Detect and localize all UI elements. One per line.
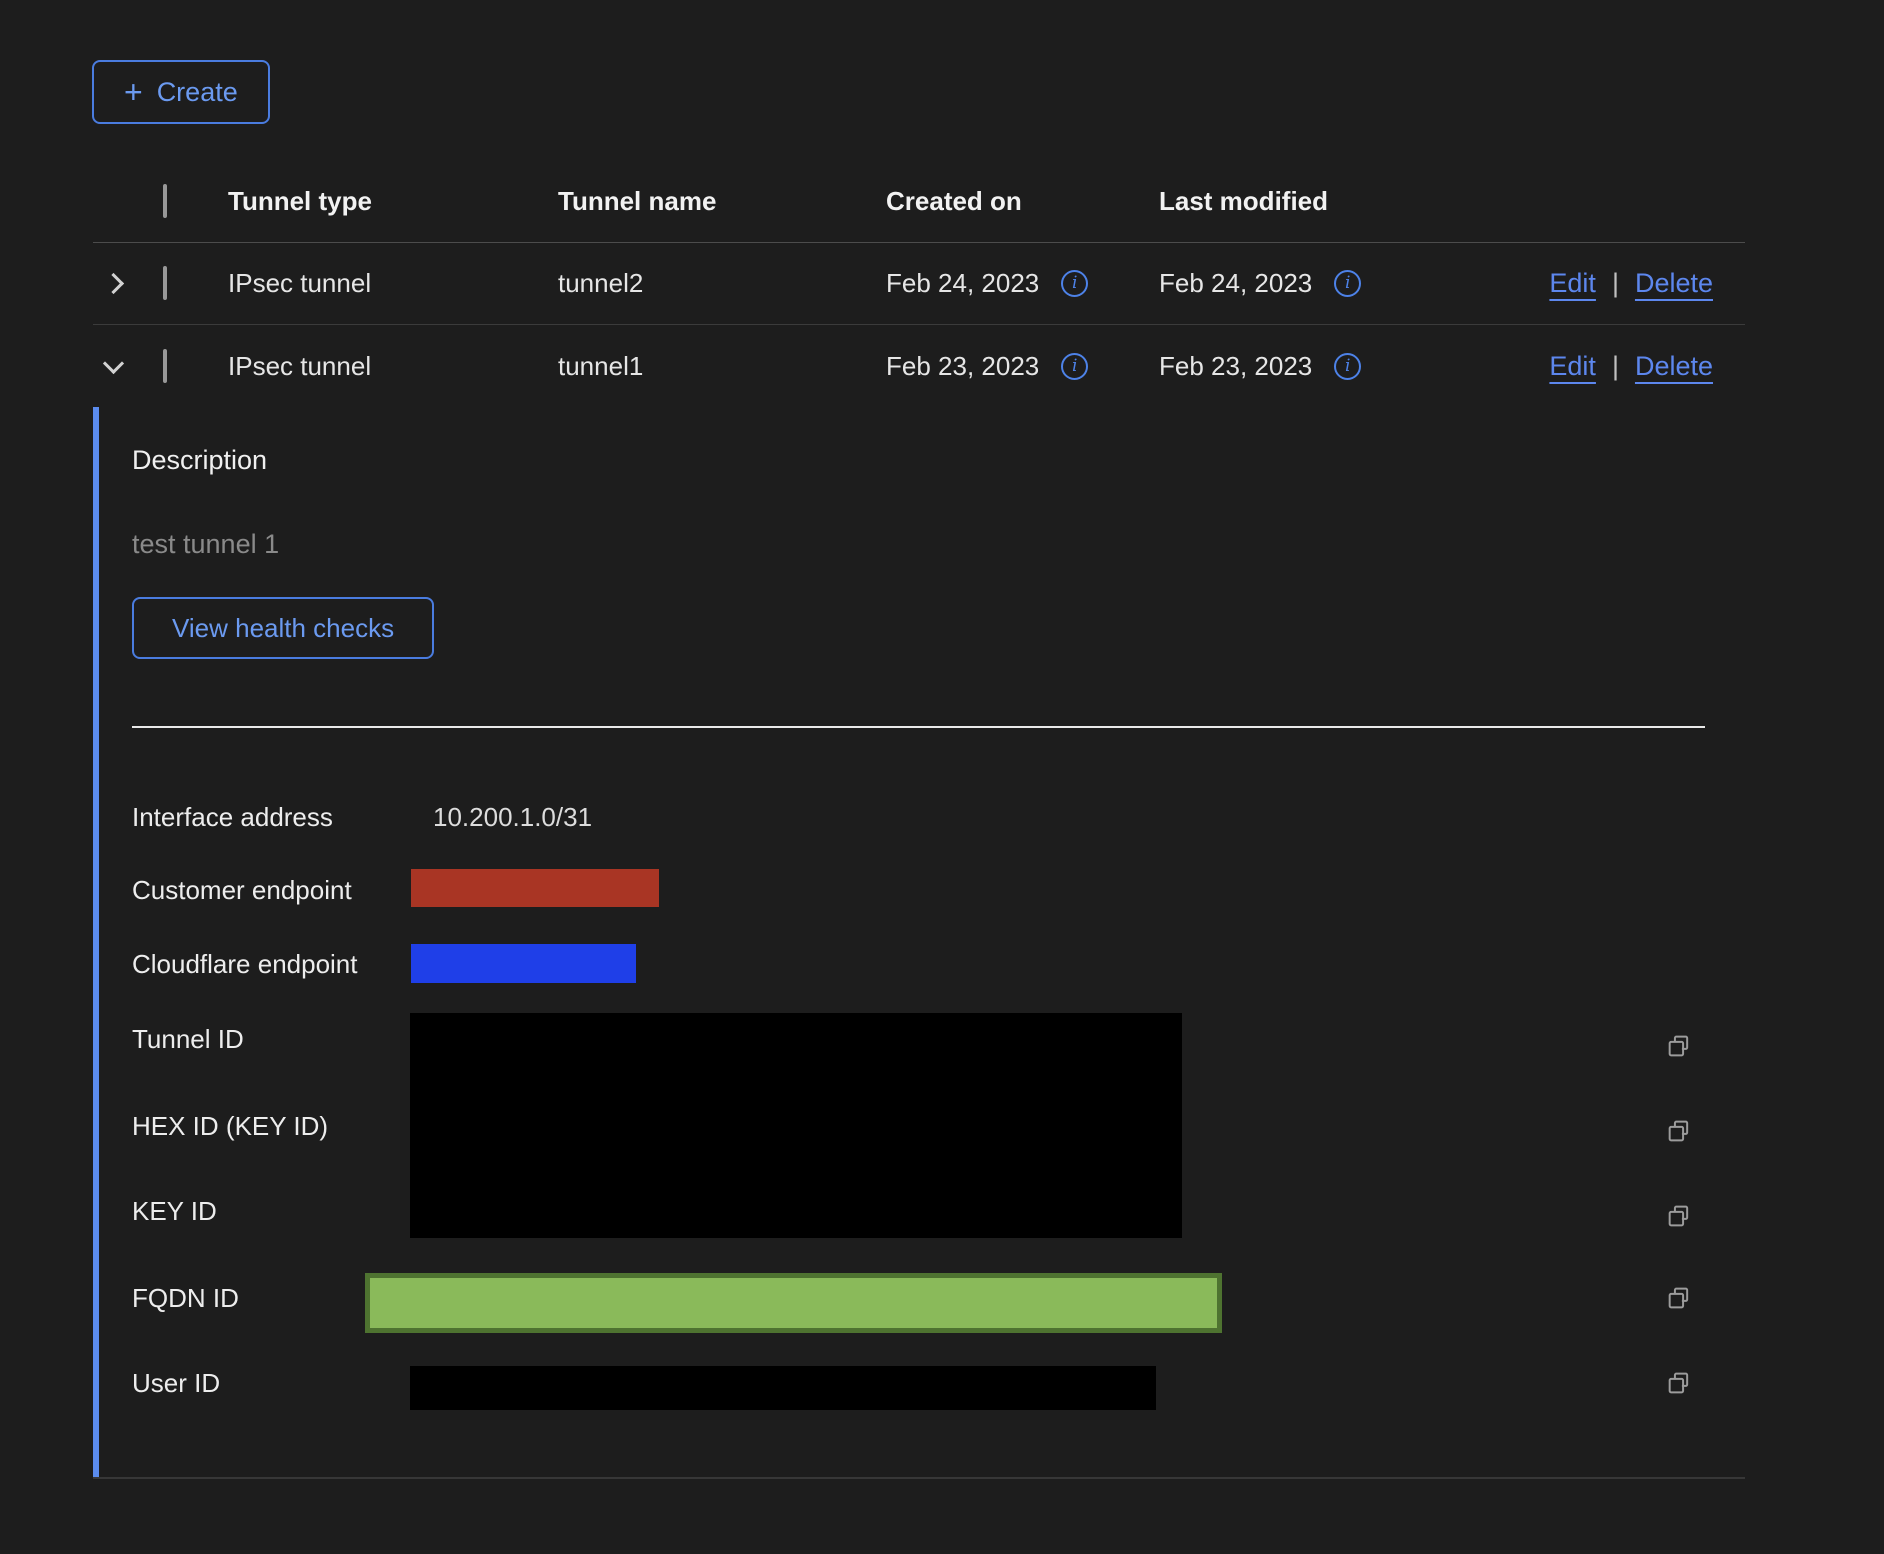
tunnels-table: Tunnel type Tunnel name Created on Last … bbox=[93, 160, 1745, 407]
header-tunnel-type: Tunnel type bbox=[228, 186, 558, 217]
key-id-label: KEY ID bbox=[132, 1196, 217, 1227]
tunnel-name-cell: tunnel1 bbox=[558, 351, 886, 382]
delete-link[interactable]: Delete bbox=[1635, 351, 1713, 382]
last-modified-cell: Feb 23, 2023 bbox=[1159, 351, 1312, 382]
table-row: IPsec tunnel tunnel2 Feb 24, 2023 i Feb … bbox=[93, 243, 1745, 325]
customer-endpoint-label: Customer endpoint bbox=[132, 875, 352, 906]
header-last-modified: Last modified bbox=[1159, 186, 1432, 217]
created-on-cell: Feb 23, 2023 bbox=[886, 351, 1039, 382]
fqdn-id-redacted-value bbox=[365, 1273, 1222, 1333]
create-button-label: Create bbox=[157, 77, 238, 108]
copy-icon[interactable] bbox=[1665, 1117, 1693, 1145]
created-on-cell: Feb 24, 2023 bbox=[886, 268, 1039, 299]
view-health-checks-button[interactable]: View health checks bbox=[132, 597, 434, 659]
copy-icon[interactable] bbox=[1665, 1284, 1693, 1312]
action-separator: | bbox=[1612, 351, 1619, 382]
copy-icon[interactable] bbox=[1665, 1032, 1693, 1060]
plus-icon: + bbox=[124, 76, 143, 108]
panel-bottom-border bbox=[93, 1477, 1745, 1479]
info-icon[interactable]: i bbox=[1334, 270, 1361, 297]
copy-icon[interactable] bbox=[1665, 1202, 1693, 1230]
chevron-down-icon[interactable] bbox=[103, 352, 124, 373]
table-row: IPsec tunnel tunnel1 Feb 23, 2023 i Feb … bbox=[93, 325, 1745, 407]
row-checkbox[interactable] bbox=[163, 266, 167, 300]
info-icon[interactable]: i bbox=[1061, 270, 1088, 297]
tunnel-ids-redacted-value bbox=[410, 1013, 1182, 1238]
header-tunnel-name: Tunnel name bbox=[558, 186, 886, 217]
delete-link[interactable]: Delete bbox=[1635, 268, 1713, 299]
last-modified-cell: Feb 24, 2023 bbox=[1159, 268, 1312, 299]
chevron-right-icon[interactable] bbox=[103, 273, 124, 294]
tunnel-type-cell: IPsec tunnel bbox=[228, 268, 558, 299]
customer-endpoint-redacted-value bbox=[411, 869, 659, 907]
expanded-indicator-bar bbox=[93, 407, 99, 1477]
tunnel-name-cell: tunnel2 bbox=[558, 268, 886, 299]
select-all-checkbox[interactable] bbox=[163, 184, 167, 218]
info-icon[interactable]: i bbox=[1061, 353, 1088, 380]
expanded-tunnel-panel: Description test tunnel 1 View health ch… bbox=[93, 407, 1745, 1479]
hex-id-label: HEX ID (KEY ID) bbox=[132, 1111, 328, 1142]
description-value: test tunnel 1 bbox=[132, 529, 279, 560]
create-button[interactable]: + Create bbox=[92, 60, 270, 124]
info-icon[interactable]: i bbox=[1334, 353, 1361, 380]
cloudflare-endpoint-label: Cloudflare endpoint bbox=[132, 949, 358, 980]
cloudflare-endpoint-redacted-value bbox=[411, 944, 636, 983]
action-separator: | bbox=[1612, 268, 1619, 299]
header-created-on: Created on bbox=[886, 186, 1159, 217]
user-id-redacted-value bbox=[410, 1366, 1156, 1410]
table-header-row: Tunnel type Tunnel name Created on Last … bbox=[93, 160, 1745, 243]
section-divider bbox=[132, 726, 1705, 728]
description-label: Description bbox=[132, 445, 267, 476]
interface-address-label: Interface address bbox=[132, 802, 333, 833]
tunnel-type-cell: IPsec tunnel bbox=[228, 351, 558, 382]
edit-link[interactable]: Edit bbox=[1549, 268, 1596, 299]
user-id-label: User ID bbox=[132, 1368, 220, 1399]
interface-address-value: 10.200.1.0/31 bbox=[433, 802, 592, 833]
edit-link[interactable]: Edit bbox=[1549, 351, 1596, 382]
copy-icon[interactable] bbox=[1665, 1369, 1693, 1397]
row-checkbox[interactable] bbox=[163, 349, 167, 383]
tunnel-id-label: Tunnel ID bbox=[132, 1024, 244, 1055]
fqdn-id-label: FQDN ID bbox=[132, 1283, 239, 1314]
